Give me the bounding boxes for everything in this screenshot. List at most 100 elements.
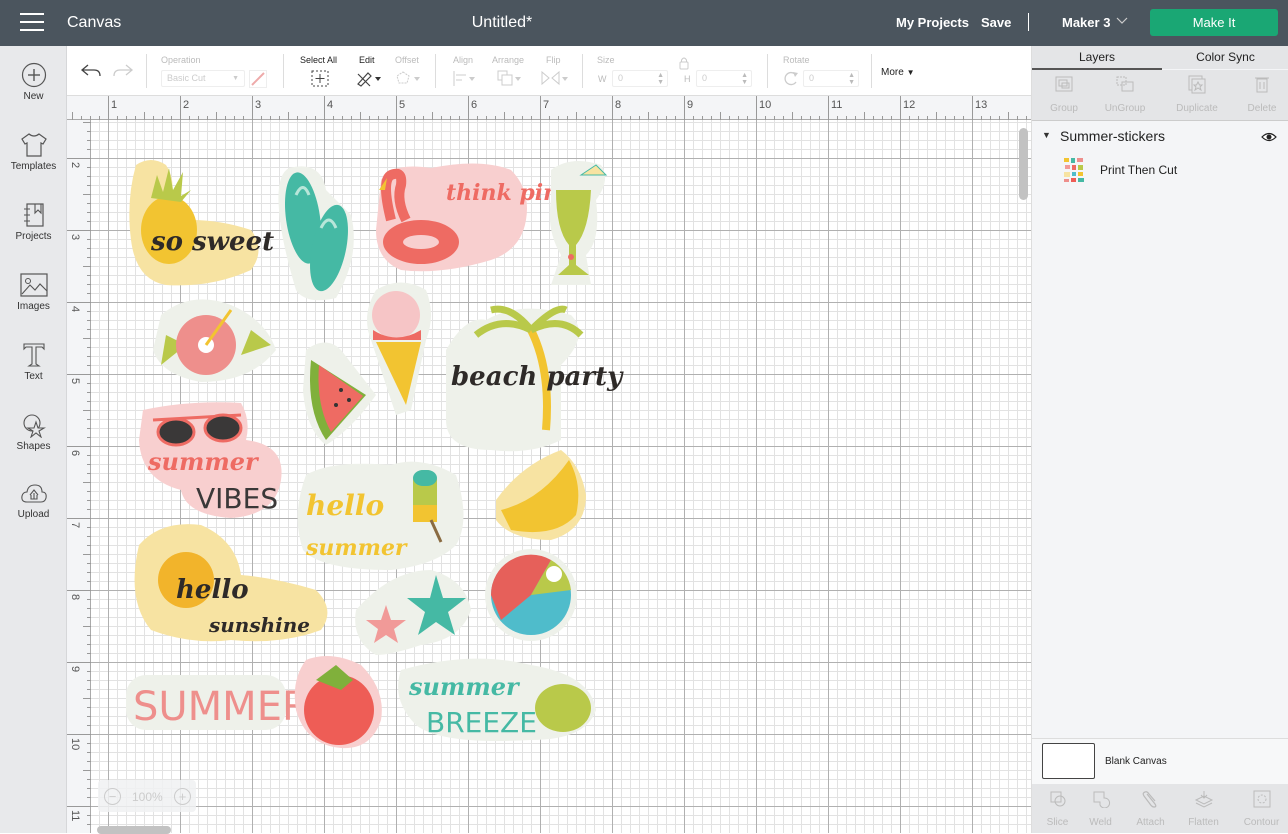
width-value: 0 bbox=[618, 73, 624, 83]
contour-label: Contour bbox=[1243, 817, 1280, 828]
sticker-text: SUMMER bbox=[133, 684, 310, 730]
ruler-number: 13 bbox=[975, 99, 988, 111]
edit-label: Edit bbox=[359, 55, 375, 65]
sticker-text: beach party bbox=[451, 362, 624, 392]
ruler-number: 4 bbox=[69, 306, 81, 313]
layer-group-row[interactable]: ▼ Summer-stickers bbox=[1032, 126, 1288, 148]
layer-actions: Group UnGroup Duplicate Delete bbox=[1032, 70, 1288, 121]
align-icon[interactable] bbox=[452, 70, 478, 87]
layer-thumbnail bbox=[1064, 158, 1084, 182]
height-value: 0 bbox=[702, 73, 708, 83]
delete-button[interactable]: Delete bbox=[1230, 74, 1288, 114]
operation-label: Operation bbox=[161, 55, 201, 65]
lock-icon[interactable] bbox=[674, 56, 694, 70]
select-all-icon[interactable] bbox=[311, 70, 329, 87]
design-canvas[interactable]: .t{font-family:"DejaVu Serif",serif;font… bbox=[91, 120, 1031, 833]
sticker-text-2: summer bbox=[305, 535, 408, 561]
nav-upload[interactable]: Upload bbox=[0, 482, 67, 552]
blank-canvas-row: Blank Canvas bbox=[1032, 738, 1288, 784]
sticker-so-sweet: so sweet bbox=[129, 160, 274, 286]
blank-canvas-swatch[interactable] bbox=[1042, 743, 1095, 779]
ruler-number: 5 bbox=[399, 99, 406, 111]
nav-label: New bbox=[23, 91, 44, 102]
attach-button[interactable]: Attach bbox=[1125, 790, 1176, 828]
flip-icon[interactable] bbox=[540, 70, 570, 87]
size-label: Size bbox=[597, 55, 615, 65]
rotate-input[interactable]: 0 ▲ ▼ bbox=[803, 70, 859, 87]
sticker-hello-sunshine: hello sunshine bbox=[134, 524, 328, 642]
ruler-number: 9 bbox=[687, 99, 694, 111]
nav-new[interactable]: New bbox=[0, 62, 67, 132]
nav-templates[interactable]: Templates bbox=[0, 132, 67, 202]
notebook-icon bbox=[23, 203, 44, 227]
arrange-icon[interactable] bbox=[497, 70, 523, 87]
operation-value: Basic Cut bbox=[167, 73, 206, 83]
layer-item[interactable]: Print Then Cut bbox=[1032, 154, 1288, 188]
chevron-down-icon[interactable] bbox=[1116, 17, 1128, 25]
nav-label: Images bbox=[17, 301, 50, 312]
ruler-number: 9 bbox=[69, 666, 81, 673]
offset-label: Offset bbox=[395, 55, 419, 65]
sticker-text-2: sunshine bbox=[208, 613, 310, 637]
caret-down-icon[interactable]: ▼ bbox=[1042, 130, 1051, 140]
flatten-label: Flatten bbox=[1188, 817, 1219, 828]
cut-color-swatch-icon[interactable] bbox=[249, 70, 267, 88]
machine-selector[interactable]: Maker 3 bbox=[1062, 15, 1110, 30]
nav-images[interactable]: Images bbox=[0, 272, 67, 342]
stickers-image[interactable]: .t{font-family:"DejaVu Serif",serif;font… bbox=[91, 120, 1031, 833]
save-link[interactable]: Save bbox=[981, 15, 1011, 30]
paperclip-icon bbox=[1142, 791, 1156, 808]
flatten-button[interactable]: Flatten bbox=[1178, 790, 1229, 828]
nav-label: Templates bbox=[10, 161, 57, 172]
weld-button[interactable]: Weld bbox=[1075, 790, 1126, 828]
attach-label: Attach bbox=[1136, 817, 1165, 828]
ruler-number: 7 bbox=[69, 522, 81, 529]
text-t-icon bbox=[22, 343, 45, 367]
undo-icon[interactable] bbox=[80, 63, 102, 79]
offset-icon[interactable] bbox=[395, 70, 421, 87]
operation-select[interactable]: Basic Cut ▼ bbox=[161, 70, 245, 87]
sticker-think-pink: think pink bbox=[376, 163, 574, 272]
tab-layers[interactable]: Layers bbox=[1032, 50, 1162, 64]
width-label: W bbox=[598, 74, 607, 84]
make-it-button[interactable]: Make It bbox=[1150, 9, 1278, 36]
more-menu[interactable]: More ▼ bbox=[881, 67, 915, 78]
contour-button[interactable]: Contour bbox=[1236, 790, 1287, 828]
vertical-scrollbar[interactable] bbox=[1019, 128, 1028, 200]
nav-projects[interactable]: Projects bbox=[0, 202, 67, 272]
tab-color-sync[interactable]: Color Sync bbox=[1162, 50, 1288, 64]
plus-circle-icon bbox=[21, 62, 46, 88]
height-input[interactable]: 0 ▲ ▼ bbox=[696, 70, 752, 87]
duplicate-icon bbox=[1188, 75, 1206, 94]
my-projects-link[interactable]: My Projects bbox=[896, 15, 969, 30]
height-label: H bbox=[684, 74, 691, 84]
zoom-in-button[interactable]: + bbox=[174, 788, 191, 805]
shapes-icon bbox=[22, 414, 46, 438]
group-button[interactable]: Group bbox=[1032, 74, 1096, 114]
duplicate-label: Duplicate bbox=[1176, 103, 1218, 114]
ruler-number: 11 bbox=[69, 810, 81, 822]
zoom-out-button[interactable]: − bbox=[104, 788, 121, 805]
nav-text[interactable]: Text bbox=[0, 342, 67, 412]
redo-icon[interactable] bbox=[112, 63, 134, 79]
ruler-number: 10 bbox=[759, 99, 772, 111]
sticker-text-2: VIBES bbox=[196, 482, 278, 515]
zoom-level: 100% bbox=[132, 790, 163, 804]
ruler-number: 6 bbox=[69, 450, 81, 457]
sticker-text: summer bbox=[147, 447, 260, 476]
eye-visibility-icon[interactable] bbox=[1261, 132, 1277, 142]
nav-shapes[interactable]: Shapes bbox=[0, 412, 67, 482]
width-input[interactable]: 0 ▲ ▼ bbox=[612, 70, 668, 87]
sticker-tropical-drink bbox=[549, 161, 608, 285]
duplicate-button[interactable]: Duplicate bbox=[1165, 74, 1229, 114]
arrange-label: Arrange bbox=[492, 55, 525, 65]
select-all-label: Select All bbox=[300, 55, 338, 65]
rotate-icon[interactable] bbox=[782, 70, 800, 87]
image-icon bbox=[19, 273, 48, 297]
edit-tools-icon[interactable] bbox=[356, 70, 382, 87]
layer-bottom-actions: Slice Weld Attach Flatten Contour bbox=[1032, 784, 1288, 833]
ungroup-label: UnGroup bbox=[1104, 103, 1146, 114]
ungroup-button[interactable]: UnGroup bbox=[1093, 74, 1157, 114]
sticker-beach-party: beach party bbox=[446, 305, 624, 452]
ruler-number: 4 bbox=[327, 99, 334, 111]
